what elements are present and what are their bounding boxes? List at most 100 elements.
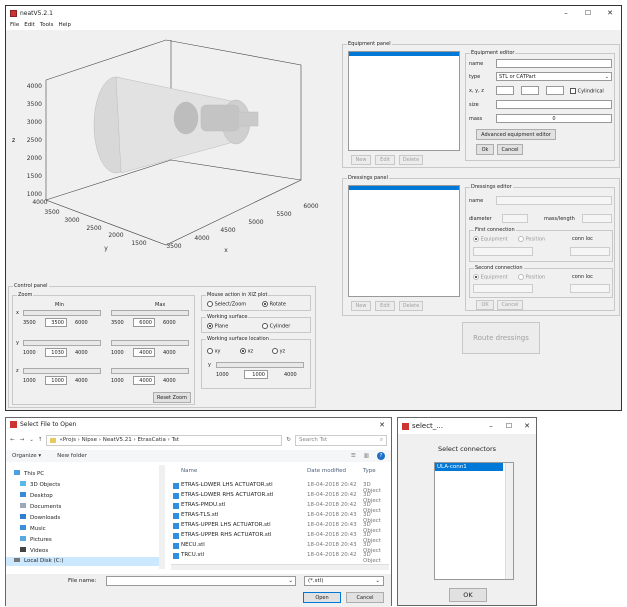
equip-z-input[interactable] [546, 86, 564, 95]
minimize-icon[interactable]: – [482, 422, 500, 430]
list-scrollbar[interactable] [505, 463, 513, 579]
z-min-input[interactable]: 1000 [45, 376, 67, 385]
back-icon[interactable]: ← [10, 437, 15, 443]
breadcrumb-item[interactable]: Nipse [82, 437, 97, 443]
nav-item-documents[interactable]: Documents [20, 503, 61, 510]
x-min-slider[interactable] [23, 310, 101, 316]
dress-ok-button[interactable]: OK [476, 300, 494, 310]
preview-pane-icon[interactable]: ▥ [364, 453, 369, 459]
z-min-slider[interactable] [23, 368, 101, 374]
file-row[interactable]: ETRAS-UPPER RHS ACTUATOR.stl 18-04-2018 2… [171, 532, 389, 544]
nav-item-downloads[interactable]: Downloads [20, 514, 60, 521]
plane-radio[interactable] [207, 323, 213, 329]
nav-item-3d-objects[interactable]: 3D Objects [20, 481, 60, 488]
equipment-edit-button[interactable]: Edit [375, 155, 395, 165]
equipment-delete-button[interactable]: Delete [399, 155, 423, 165]
z-max-input[interactable]: 4000 [133, 376, 155, 385]
list-selection[interactable] [349, 52, 459, 56]
equip-ok-button[interactable]: Ok [476, 144, 494, 155]
xz-radio[interactable] [240, 348, 246, 354]
dressings-new-button[interactable]: New [351, 301, 371, 311]
help-icon[interactable]: ? [377, 452, 385, 460]
breadcrumb-item[interactable]: EtrasCatia [137, 437, 165, 443]
second-position-radio[interactable] [518, 274, 524, 280]
menu-help[interactable]: Help [58, 22, 71, 28]
select-zoom-radio[interactable] [207, 301, 213, 307]
list-selection[interactable] [349, 186, 459, 190]
y-min-input[interactable]: 1030 [45, 348, 67, 357]
column-type[interactable]: Type [363, 468, 376, 474]
equip-size-input[interactable] [496, 100, 612, 109]
nav-item-videos[interactable]: Videos [20, 547, 48, 554]
second-equipment-select[interactable] [473, 284, 533, 293]
horizontal-scrollbar[interactable] [171, 564, 389, 570]
open-button[interactable]: Open [303, 592, 341, 603]
first-equipment-radio[interactable] [473, 236, 479, 242]
nav-item-desktop[interactable]: Desktop [20, 492, 53, 499]
column-name[interactable]: Name [181, 468, 197, 474]
refresh-icon[interactable]: ↻ [286, 437, 291, 443]
first-equipment-select[interactable] [473, 247, 533, 256]
close-icon[interactable]: ✕ [373, 421, 391, 429]
menu-tools[interactable]: Tools [40, 22, 54, 28]
location-input[interactable]: 1000 [244, 370, 268, 379]
dressings-edit-button[interactable]: Edit [375, 301, 395, 311]
equip-cancel-button[interactable]: Cancel [497, 144, 523, 155]
dressings-delete-button[interactable]: Delete [399, 301, 423, 311]
select-ok-button[interactable]: OK [449, 588, 487, 602]
search-input[interactable]: Search Tst ⌕ [295, 434, 387, 446]
first-position-radio[interactable] [518, 236, 524, 242]
second-conn-loc-select[interactable] [570, 284, 610, 293]
x-min-input[interactable]: 3500 [45, 318, 67, 327]
rotate-radio[interactable] [262, 301, 268, 307]
dressings-list[interactable] [348, 185, 460, 297]
x-max-slider[interactable] [111, 310, 189, 316]
maximize-icon[interactable]: ☐ [577, 9, 599, 17]
connector-list[interactable]: ULA-conn1 [434, 462, 514, 580]
column-date[interactable]: Date modified [307, 468, 346, 474]
equip-type-select[interactable]: STL or CATPart ⌄ [496, 72, 612, 81]
second-equipment-radio[interactable] [473, 274, 479, 280]
equipment-new-button[interactable]: New [351, 155, 371, 165]
y-max-input[interactable]: 4000 [133, 348, 155, 357]
forward-icon[interactable]: → [20, 437, 25, 443]
equip-x-input[interactable] [496, 86, 514, 95]
cancel-button[interactable]: Cancel [346, 592, 384, 603]
file-row[interactable]: ETRAS-PMDU.stl 18-04-2018 20:42 3D Object [171, 502, 389, 514]
equip-mass-input[interactable]: 0 [496, 114, 612, 123]
mass-length-input[interactable] [582, 214, 612, 223]
dress-cancel-button[interactable]: Cancel [497, 300, 523, 310]
file-row[interactable]: ETRAS-LOWER RHS ACTUATOR.stl 18-04-2018 2… [171, 492, 389, 504]
file-row[interactable]: NECU.stl 18-04-2018 20:43 3D Object [171, 542, 389, 554]
plot-area[interactable]: 4000 3500 3000 2500 2000 1500 1000 z 400… [6, 30, 341, 285]
file-row[interactable]: ETRAS-LOWER LHS ACTUATOR.stl 18-04-2018 2… [171, 482, 389, 494]
up-icon[interactable]: ↑ [38, 437, 43, 443]
file-row[interactable]: TRCU.stl 18-04-2018 20:42 3D Object [171, 552, 389, 564]
file-row[interactable]: ETRAS-TLS.stl 18-04-2018 20:43 3D Object [171, 512, 389, 524]
equip-name-input[interactable] [496, 59, 612, 68]
list-item[interactable]: ULA-conn1 [435, 463, 503, 471]
nav-item-this-pc[interactable]: This PC [14, 470, 44, 477]
3d-plot[interactable]: 4000 3500 3000 2500 2000 1500 1000 z 400… [6, 30, 341, 285]
menu-edit[interactable]: Edit [24, 22, 35, 28]
yz-radio[interactable] [272, 348, 278, 354]
equipment-list[interactable] [348, 51, 460, 151]
first-conn-loc-select[interactable] [570, 247, 610, 256]
dress-name-input[interactable] [496, 196, 612, 205]
chevron-down-icon[interactable]: ⌄ [29, 437, 34, 443]
location-slider[interactable] [216, 362, 304, 368]
new-folder-button[interactable]: New folder [57, 453, 87, 459]
close-icon[interactable]: ✕ [599, 9, 621, 17]
z-max-slider[interactable] [111, 368, 189, 374]
view-icon[interactable]: ☰ [351, 453, 356, 459]
route-dressings-button[interactable]: Route dressings [462, 322, 540, 354]
menu-file[interactable]: File [10, 22, 19, 28]
minimize-icon[interactable]: – [555, 9, 577, 17]
xy-radio[interactable] [207, 348, 213, 354]
nav-scrollbar[interactable] [159, 465, 165, 569]
file-type-select[interactable]: (*.stl) ⌄ [304, 576, 384, 586]
cylindrical-checkbox[interactable] [570, 88, 576, 94]
maximize-icon[interactable]: ☐ [500, 422, 518, 430]
y-min-slider[interactable] [23, 340, 101, 346]
nav-item-music[interactable]: Music [20, 525, 46, 532]
